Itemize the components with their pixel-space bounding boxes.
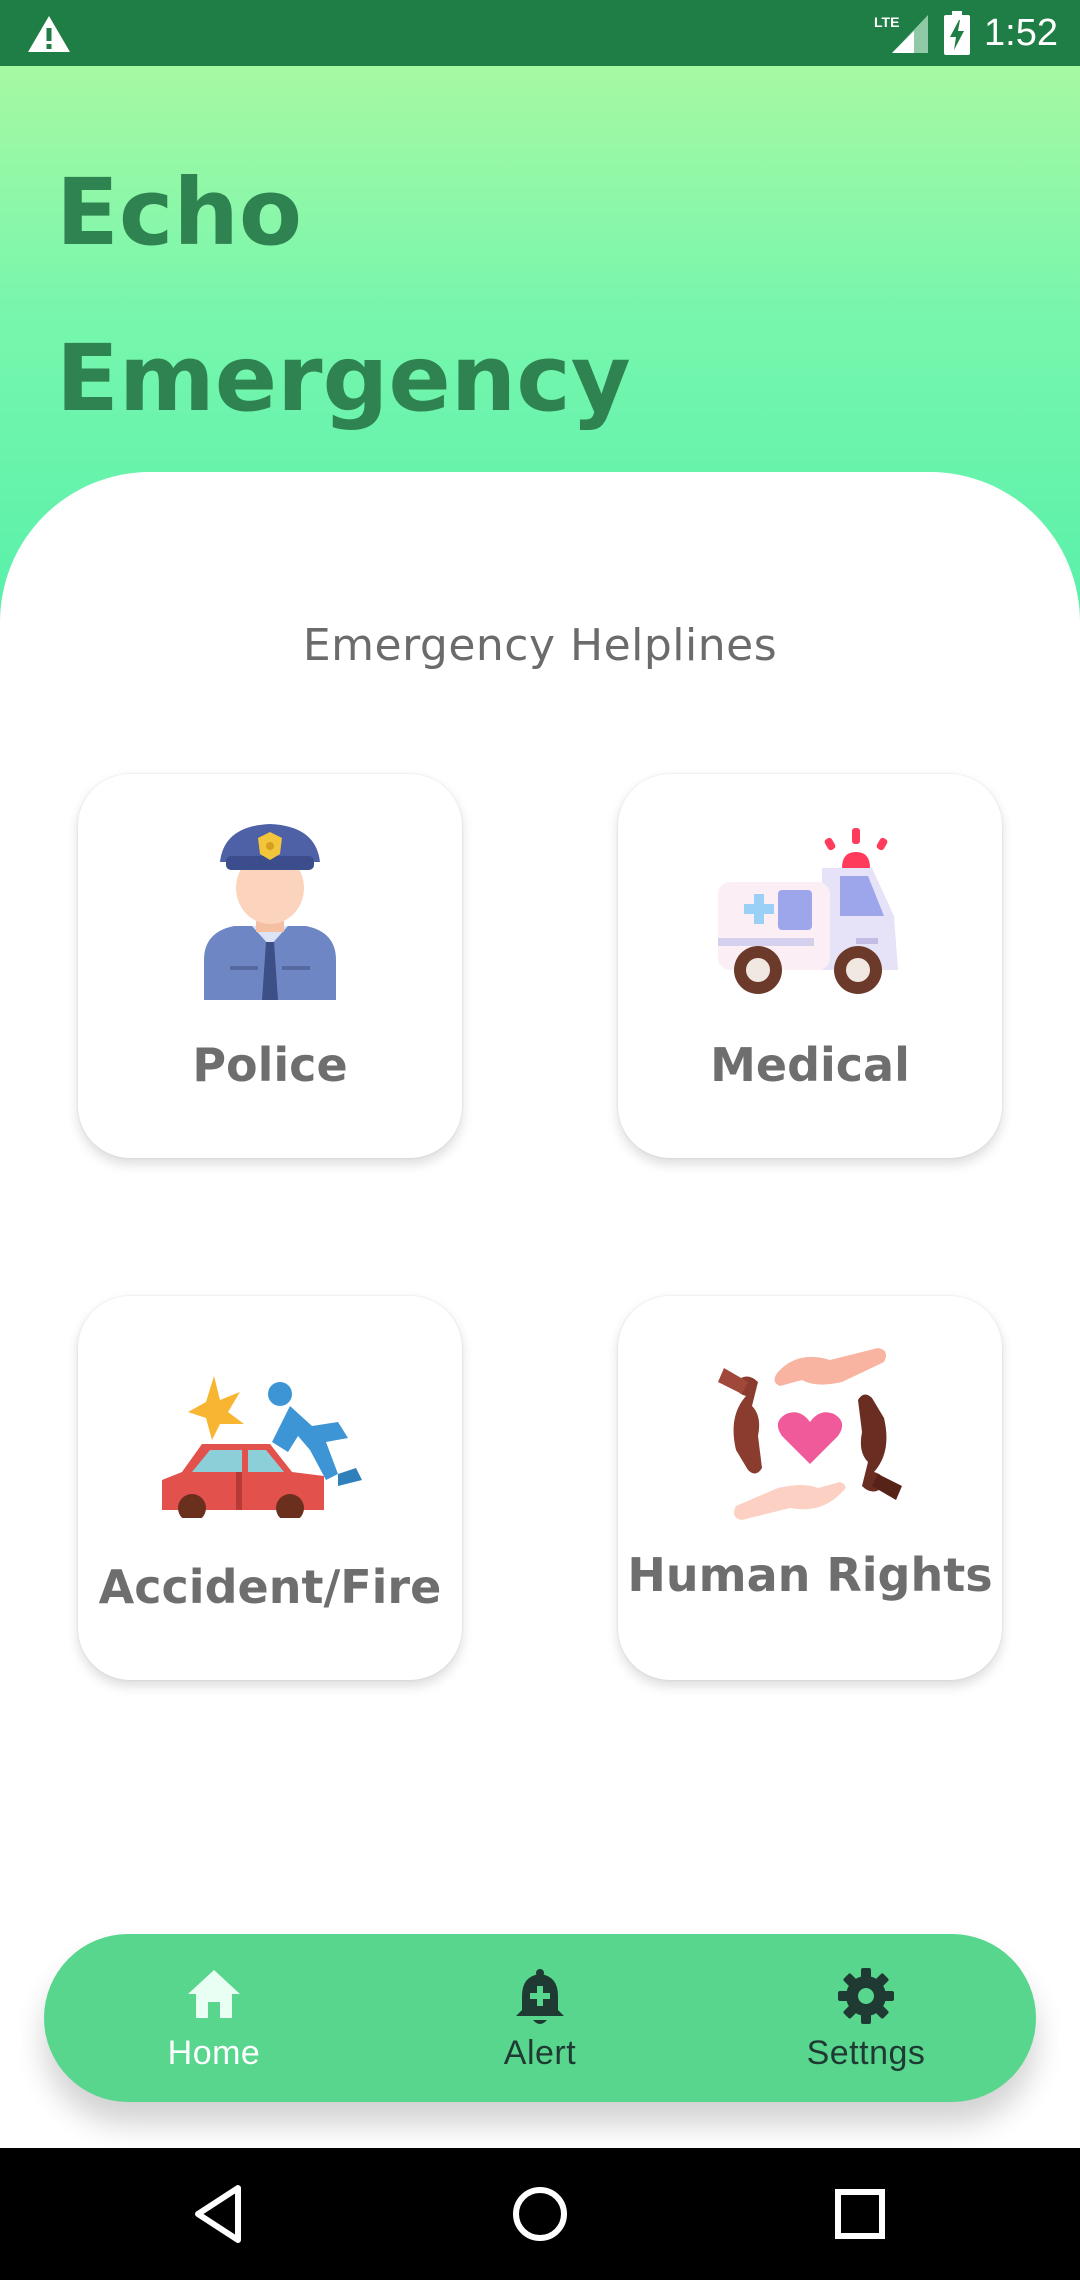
ambulance-icon [718, 828, 898, 994]
alert-bell-icon [516, 1969, 564, 2024]
back-icon[interactable] [180, 2174, 260, 2254]
battery-charging-icon [944, 11, 971, 55]
app-title-line2: Emergency [56, 325, 631, 432]
app-screen: LTE 1:52 Echo Emergency Emergency Helpli… [0, 0, 1080, 2280]
accident-fire-card-label: Accident/Fire [98, 1560, 442, 1614]
human-rights-hands-icon [718, 1348, 902, 1520]
lte-signal-icon: LTE [874, 14, 929, 53]
warning-icon [28, 16, 70, 52]
app-title-line1: Echo [56, 159, 303, 266]
home-circle-icon[interactable] [500, 2174, 580, 2254]
police-card-label: Police [192, 1038, 348, 1092]
nav-item-alert-label: Alert [503, 2034, 577, 2072]
gear-icon [838, 1968, 894, 2024]
nav-item-settings-label: Settngs [806, 2034, 926, 2072]
medical-card[interactable]: Medical [618, 774, 1002, 1158]
nav-item-home-label: Home [167, 2034, 261, 2072]
accident-fire-card[interactable]: Accident/Fire [78, 1296, 462, 1680]
status-right-group: LTE 1:52 [874, 8, 1058, 58]
status-time: 1:52 [984, 11, 1058, 54]
section-title: Emergency Helplines [302, 620, 778, 671]
home-icon [188, 1970, 240, 2018]
nav-item-home[interactable]: Home [94, 1934, 334, 2102]
police-card[interactable]: Police [78, 774, 462, 1158]
medical-card-label: Medical [710, 1038, 910, 1092]
nav-item-alert[interactable]: Alert [420, 1934, 660, 2102]
nav-item-settings[interactable]: Settngs [746, 1934, 986, 2102]
police-officer-icon [204, 824, 336, 1000]
app-title: Echo Emergency [56, 130, 856, 462]
recents-icon[interactable] [820, 2174, 900, 2254]
status-bar: LTE 1:52 [0, 0, 1080, 66]
human-rights-card-label: Human Rights [627, 1548, 993, 1602]
car-accident-icon [162, 1376, 362, 1518]
bottom-navigation: Home Alert Settngs [44, 1934, 1036, 2102]
svg-text:LTE: LTE [874, 14, 899, 30]
human-rights-card[interactable]: Human Rights [618, 1296, 1002, 1680]
system-navigation-bar [0, 2148, 1080, 2280]
